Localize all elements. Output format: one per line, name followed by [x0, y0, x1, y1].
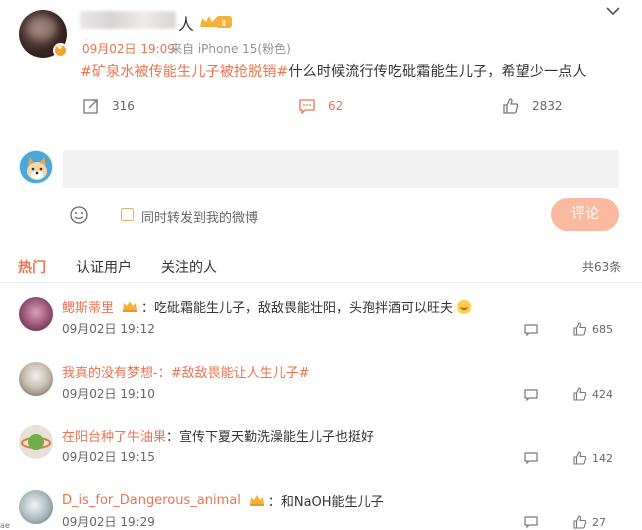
comment-like-count: 27 — [592, 515, 606, 529]
tab-hot[interactable]: 热门 — [18, 257, 46, 277]
comment-like-count: 685 — [592, 322, 613, 336]
comment-time: 09月02日 19:12 — [62, 322, 155, 336]
post-body-text: 什么时候流行传吃砒霜能生儿子，希望少一点人 — [288, 64, 587, 80]
comment-like-button[interactable]: 27 — [573, 515, 606, 529]
comment-hashtag-link[interactable]: #敌敌畏能让人生儿子# — [171, 362, 310, 381]
vip-level-text: Ⅱ — [222, 19, 226, 29]
comment-content: 鳃斯蒂里 ： 吃砒霜能生儿子，敌敌畏能壮阳，头孢拌酒可以旺夫 — [62, 297, 472, 316]
comment-icon — [299, 99, 315, 115]
edge-glyph: ae — [0, 521, 10, 530]
comment-text: 和NaOH能生儿子 — [280, 495, 384, 510]
post-hashtag-link[interactable]: #矿泉水被传能生儿子被抢脱销# — [80, 64, 288, 80]
comment-like-button[interactable]: 424 — [573, 387, 613, 401]
commenter-name[interactable]: 在阳台种了牛油果 — [62, 426, 166, 445]
post-body: #矿泉水被传能生儿子被抢脱销#什么时候流行传吃砒霜能生儿子，希望少一点人 — [80, 61, 587, 81]
comment-time: 09月02日 19:29 — [62, 515, 155, 529]
repost-icon — [83, 99, 98, 114]
repost-button[interactable]: 316 — [82, 97, 135, 115]
comment-like-count: 142 — [592, 451, 613, 465]
reply-icon[interactable] — [524, 515, 538, 529]
comment-content: D_is_for_Dangerous_animal ： 和NaOH能生儿子 — [62, 491, 384, 510]
comment-like-button[interactable]: 142 — [573, 451, 613, 465]
post-author-name-blurred[interactable] — [80, 11, 176, 29]
comment-content: 我真的没有梦想- ： #敌敌畏能让人生儿子# — [62, 362, 310, 381]
comment-button[interactable]: 62 — [298, 97, 343, 115]
vip-crown-icon: Ⅱ — [200, 16, 232, 29]
also-repost-checkbox[interactable] — [121, 208, 134, 221]
dog-avatar-icon — [20, 151, 52, 183]
reply-icon[interactable] — [524, 388, 538, 402]
tabs-divider — [0, 282, 642, 283]
reply-icon[interactable] — [524, 451, 538, 465]
repost-count: 316 — [112, 99, 135, 113]
comment-time: 09月02日 19:10 — [62, 387, 155, 401]
post-author-name-suffix[interactable]: 人 — [178, 11, 194, 35]
reply-icon[interactable] — [524, 323, 538, 337]
like-button[interactable]: 2832 — [502, 97, 563, 115]
commenter-avatar[interactable] — [19, 362, 53, 396]
crown-icon — [249, 495, 264, 506]
commenter-avatar[interactable] — [19, 297, 53, 331]
like-icon — [503, 98, 519, 114]
planet-avatar-icon — [19, 425, 53, 459]
tab-verified-users[interactable]: 认证用户 — [76, 257, 132, 277]
crown-icon — [123, 301, 138, 312]
like-icon — [573, 451, 587, 465]
post-time[interactable]: 09月02日 19:09 — [82, 40, 175, 57]
comment-separator: ： — [157, 366, 171, 381]
commenter-name[interactable]: 鳃斯蒂里 — [62, 297, 114, 316]
chevron-down-icon[interactable] — [604, 2, 622, 20]
comment-content: 在阳台种了牛油果 ： 宣传下夏天勤洗澡能生儿子也挺好 — [62, 426, 374, 445]
commenter-avatar[interactable] — [19, 490, 53, 524]
comment-like-button[interactable]: 685 — [573, 322, 613, 336]
like-icon — [573, 387, 587, 401]
like-icon — [573, 322, 587, 336]
tab-following[interactable]: 关注的人 — [161, 257, 217, 277]
comment-like-count: 424 — [592, 387, 613, 401]
comment-count: 62 — [328, 99, 344, 113]
comment-text: 宣传下夏天勤洗澡能生儿子也挺好 — [179, 430, 375, 445]
laugh-emoji-icon — [457, 299, 472, 314]
comment-input[interactable] — [63, 150, 619, 188]
comment-time: 09月02日 19:15 — [62, 450, 155, 464]
comment-total-count: 共63条 — [582, 260, 622, 274]
like-count: 2832 — [532, 99, 563, 113]
comment-separator: ： — [166, 430, 180, 445]
submit-comment-button[interactable]: 评论 — [551, 198, 619, 231]
comment-text: 吃砒霜能生儿子，敌敌畏能壮阳，头孢拌酒可以旺夫 — [154, 301, 454, 316]
post-source: 来自 iPhone 15(粉色) — [170, 42, 291, 56]
commenter-name[interactable]: 我真的没有梦想- — [62, 362, 158, 381]
comment-separator: ： — [141, 301, 155, 316]
commenter-name[interactable]: D_is_for_Dangerous_animal — [62, 493, 241, 508]
comment-separator: ： — [267, 495, 281, 510]
emoji-icon[interactable] — [69, 205, 89, 225]
also-repost-label[interactable]: 同时转发到我的微博 — [141, 207, 258, 226]
current-user-avatar[interactable] — [19, 150, 53, 184]
like-icon — [573, 515, 587, 529]
commenter-avatar[interactable] — [19, 425, 53, 459]
verified-badge-icon — [53, 42, 68, 58]
